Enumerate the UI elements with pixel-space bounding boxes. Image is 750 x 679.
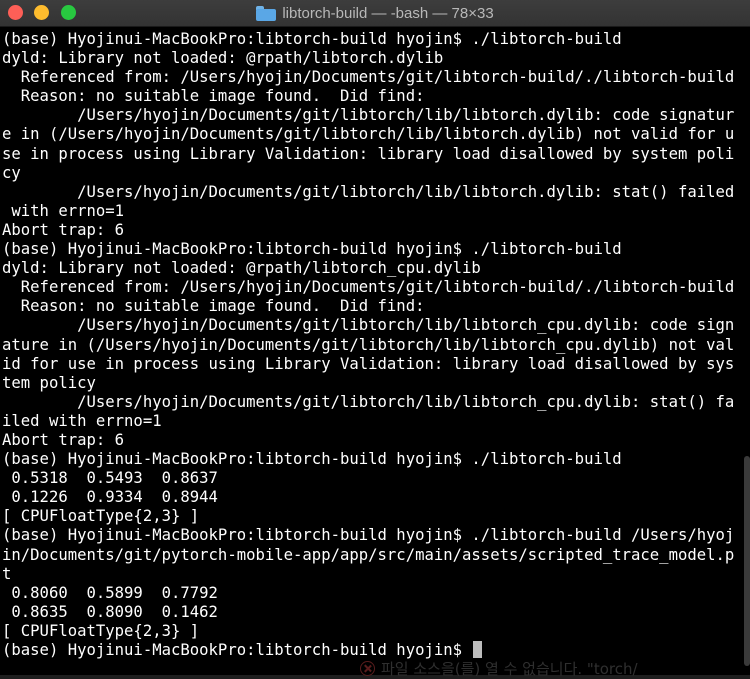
terminal-output[interactable]: (base) Hyojinui-MacBookPro:libtorch-buil… <box>2 30 748 675</box>
terminal-line: iled with errno=1 <box>2 412 748 431</box>
terminal-line-text: (base) Hyojinui-MacBookPro:libtorch-buil… <box>2 526 735 545</box>
terminal-line-text: (base) Hyojinui-MacBookPro:libtorch-buil… <box>2 30 622 48</box>
terminal-line: 0.1226 0.9334 0.8944 <box>2 488 748 507</box>
terminal-line: 0.8635 0.8090 0.1462 <box>2 603 748 622</box>
window-title-group: libtorch-build — -bash — 78×33 <box>0 0 750 26</box>
terminal-line: tem policy <box>2 374 748 393</box>
terminal-line: [ CPUFloatType{2,3} ] <box>2 507 748 526</box>
terminal-line: ature in (/Users/hyojin/Documents/git/li… <box>2 336 748 355</box>
terminal-line: id for use in process using Library Vali… <box>2 355 748 374</box>
terminal-line: (base) Hyojinui-MacBookPro:libtorch-buil… <box>2 526 748 545</box>
terminal-line-text: se in process using Library Validation: … <box>2 144 735 163</box>
terminal-line: [ CPUFloatType{2,3} ] <box>2 622 748 641</box>
title-bar[interactable]: libtorch-build — -bash — 78×33 <box>0 0 750 27</box>
terminal-line-text: dyld: Library not loaded: @rpath/libtorc… <box>2 49 444 68</box>
terminal-line-text: t <box>2 564 12 583</box>
terminal-line: /Users/hyojin/Documents/git/libtorch/lib… <box>2 393 748 412</box>
terminal-line: dyld: Library not loaded: @rpath/libtorc… <box>2 259 748 278</box>
background-error-toast: 파일 소스을(를) 열 수 없습니다. "torch/ <box>360 659 638 678</box>
terminal-line: 0.8060 0.5899 0.7792 <box>2 584 748 603</box>
terminal-line-text: cy <box>2 163 21 182</box>
terminal-line: (base) Hyojinui-MacBookPro:libtorch-buil… <box>2 240 748 259</box>
terminal-line-text: id for use in process using Library Vali… <box>2 354 735 373</box>
terminal-line-text: Reason: no suitable image found. Did fin… <box>2 87 425 106</box>
terminal-line: e in (/Users/hyojin/Documents/git/libtor… <box>2 125 748 144</box>
terminal-line: 0.5318 0.5493 0.8637 <box>2 469 748 488</box>
terminal-line-text: Referenced from: /Users/hyojin/Documents… <box>2 68 735 87</box>
terminal-line-text: /Users/hyojin/Documents/git/libtorch/lib… <box>2 106 735 125</box>
terminal-line: Referenced from: /Users/hyojin/Documents… <box>2 278 748 297</box>
terminal-line: /Users/hyojin/Documents/git/libtorch/lib… <box>2 316 748 335</box>
terminal-line-text: Abort trap: 6 <box>2 220 125 239</box>
terminal-line: t <box>2 565 748 584</box>
terminal-line-text: (base) Hyojinui-MacBookPro:libtorch-buil… <box>2 450 622 469</box>
terminal-line: dyld: Library not loaded: @rpath/libtorc… <box>2 49 748 68</box>
terminal-line-text: [ CPUFloatType{2,3} ] <box>2 621 200 640</box>
terminal-line-text: ature in (/Users/hyojin/Documents/git/li… <box>2 335 735 354</box>
terminal-line: (base) Hyojinui-MacBookPro:libtorch-buil… <box>2 30 748 49</box>
terminal-window: libtorch-build — -bash — 78×33 (base) Hy… <box>0 0 750 675</box>
terminal-line: with errno=1 <box>2 202 748 221</box>
terminal-line: in/Documents/git/pytorch-mobile-app/app/… <box>2 546 748 565</box>
terminal-line-text: 0.5318 0.5493 0.8637 <box>2 469 218 488</box>
error-close-icon <box>360 660 375 676</box>
terminal-line-text: tem policy <box>2 373 96 392</box>
terminal-line: se in process using Library Validation: … <box>2 145 748 164</box>
terminal-line: /Users/hyojin/Documents/git/libtorch/lib… <box>2 106 748 125</box>
terminal-line: (base) Hyojinui-MacBookPro:libtorch-buil… <box>2 450 748 469</box>
folder-icon <box>256 5 277 21</box>
terminal-line-text: (base) Hyojinui-MacBookPro:libtorch-buil… <box>2 240 622 259</box>
terminal-line-text: iled with errno=1 <box>2 411 162 430</box>
terminal-line: Reason: no suitable image found. Did fin… <box>2 297 748 316</box>
terminal-line-text: Referenced from: /Users/hyojin/Documents… <box>2 278 735 297</box>
text-cursor <box>473 641 483 658</box>
scrollbar[interactable] <box>744 456 750 666</box>
terminal-line-text: Abort trap: 6 <box>2 430 125 449</box>
terminal-line: /Users/hyojin/Documents/git/libtorch/lib… <box>2 183 748 202</box>
terminal-line-text: (base) Hyojinui-MacBookPro:libtorch-buil… <box>2 641 472 659</box>
terminal-line: Referenced from: /Users/hyojin/Documents… <box>2 68 748 87</box>
terminal-line: Reason: no suitable image found. Did fin… <box>2 87 748 106</box>
terminal-line-text: /Users/hyojin/Documents/git/libtorch/lib… <box>2 392 735 411</box>
terminal-line-text: e in (/Users/hyojin/Documents/git/libtor… <box>2 125 735 144</box>
terminal-line-text: /Users/hyojin/Documents/git/libtorch/lib… <box>2 182 735 201</box>
terminal-line-text: 0.1226 0.9334 0.8944 <box>2 488 218 507</box>
terminal-line-text: /Users/hyojin/Documents/git/libtorch/lib… <box>2 316 735 335</box>
terminal-line-text: Reason: no suitable image found. Did fin… <box>2 297 425 316</box>
terminal-line-text: [ CPUFloatType{2,3} ] <box>2 507 200 526</box>
terminal-line: cy <box>2 164 748 183</box>
terminal-line: Abort trap: 6 <box>2 221 748 240</box>
terminal-line-text: in/Documents/git/pytorch-mobile-app/app/… <box>2 545 735 564</box>
terminal-line-text: with errno=1 <box>2 201 125 220</box>
terminal-line-text: dyld: Library not loaded: @rpath/libtorc… <box>2 259 481 278</box>
terminal-line-text: 0.8060 0.5899 0.7792 <box>2 583 218 602</box>
terminal-line-text: 0.8635 0.8090 0.1462 <box>2 602 218 621</box>
error-toast-text: 파일 소스을(를) 열 수 없습니다. "torch/ <box>381 659 638 678</box>
terminal-line: Abort trap: 6 <box>2 431 748 450</box>
window-title: libtorch-build — -bash — 78×33 <box>282 4 494 22</box>
